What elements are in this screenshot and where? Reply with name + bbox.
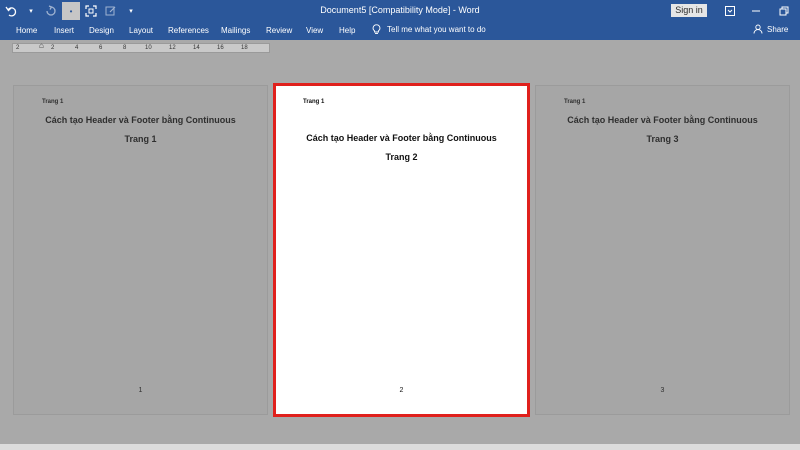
tab-layout[interactable]: Layout xyxy=(129,26,153,35)
page-title: Cách tạo Header và Footer bằng Continuou… xyxy=(45,115,236,125)
ribbon-display-icon xyxy=(725,6,735,16)
share-button[interactable]: Share xyxy=(753,24,788,34)
tab-home[interactable]: Home xyxy=(16,26,37,35)
page-subtitle: Trang 3 xyxy=(646,134,679,144)
page-title: Cách tạo Header và Footer bằng Continuou… xyxy=(306,133,497,143)
ruler-mark: 8 xyxy=(123,45,127,51)
tab-help[interactable]: Help xyxy=(339,26,355,35)
tab-mailings[interactable]: Mailings xyxy=(221,26,250,35)
ruler-mark: 6 xyxy=(99,45,103,51)
ruler-mark: 16 xyxy=(217,45,224,51)
ruler-strip: 2 2 4 6 8 10 12 14 16 18 ⌂ xyxy=(0,40,800,54)
minimize-button[interactable] xyxy=(748,3,764,19)
minimize-icon xyxy=(752,10,760,12)
tab-view[interactable]: View xyxy=(306,26,323,35)
ruler-mark: 12 xyxy=(169,45,176,51)
horizontal-ruler[interactable]: 2 2 4 6 8 10 12 14 16 18 ⌂ xyxy=(12,42,270,53)
page-subtitle: Trang 2 xyxy=(385,152,418,162)
page-number: 1 xyxy=(138,387,143,394)
document-page-3[interactable]: Trang 1 Cách tạo Header và Footer bằng C… xyxy=(535,85,790,415)
ribbon-tabs: Home Insert Design Layout References Mai… xyxy=(0,22,800,40)
sign-in-button[interactable]: Sign in xyxy=(671,4,707,17)
restore-button[interactable] xyxy=(776,3,792,19)
ruler-mark: 10 xyxy=(145,45,152,51)
page-subtitle: Trang 1 xyxy=(124,134,157,144)
tab-insert[interactable]: Insert xyxy=(54,26,74,35)
person-icon xyxy=(753,24,763,34)
restore-icon xyxy=(779,6,789,16)
tell-me-search[interactable]: Tell me what you want to do xyxy=(372,24,486,35)
document-page-1[interactable]: Trang 1 Cách tạo Header và Footer bằng C… xyxy=(13,85,268,415)
ruler-mark: 2 xyxy=(16,45,20,51)
ruler-mark: 4 xyxy=(75,45,79,51)
indent-marker-icon[interactable]: ⌂ xyxy=(39,42,44,50)
document-page-2[interactable]: Trang 1 Cách tạo Header và Footer bằng C… xyxy=(273,83,530,417)
page-header: Trang 1 xyxy=(564,99,586,105)
tab-design[interactable]: Design xyxy=(89,26,114,35)
tab-review[interactable]: Review xyxy=(266,26,292,35)
ribbon-display-options-button[interactable] xyxy=(722,3,738,19)
lightbulb-icon xyxy=(372,24,381,34)
ruler-mark: 18 xyxy=(241,45,248,51)
page-header: Trang 1 xyxy=(303,99,325,105)
page-header: Trang 1 xyxy=(42,99,64,105)
page-number: 3 xyxy=(660,387,665,394)
tell-me-label: Tell me what you want to do xyxy=(387,25,486,34)
share-label: Share xyxy=(767,24,789,34)
status-bar xyxy=(0,444,800,450)
page-number: 2 xyxy=(399,387,404,394)
tab-references[interactable]: References xyxy=(168,26,209,35)
ruler-mark: 2 xyxy=(51,45,55,51)
ruler-mark: 14 xyxy=(193,45,200,51)
page-title: Cách tạo Header và Footer bằng Continuou… xyxy=(567,115,758,125)
title-bar: ▾ • ▾ Document5 [Compatibility Mode] - W… xyxy=(0,0,800,22)
